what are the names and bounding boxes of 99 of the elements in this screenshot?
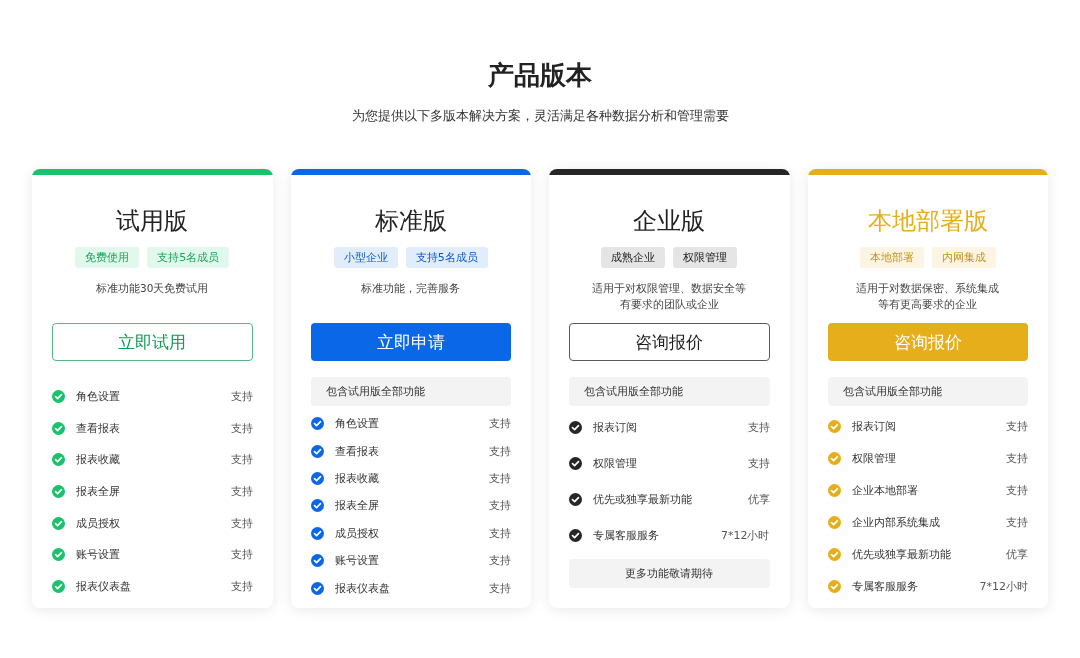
feature-value: 支持 bbox=[489, 553, 511, 569]
feature-value: 7*12小时 bbox=[721, 527, 770, 543]
check-circle-icon bbox=[569, 528, 582, 542]
feature-name: 角色设置 bbox=[334, 416, 379, 432]
feature-value: 支持 bbox=[489, 471, 511, 487]
plan-tag: 权限管理 bbox=[673, 247, 738, 268]
plan-title: 试用版 bbox=[115, 206, 190, 237]
plan-description: 有要求的团队或企业 bbox=[618, 297, 720, 312]
feature-name: 角色设置 bbox=[76, 389, 120, 405]
feature-value: 支持 bbox=[230, 483, 253, 499]
feature-name: 成员授权 bbox=[76, 515, 120, 531]
check-circle-icon bbox=[569, 492, 582, 506]
plan-title: 标准版 bbox=[373, 206, 448, 237]
plan-tag: 小型企业 bbox=[333, 247, 398, 268]
feature-name: 报表全屏 bbox=[334, 498, 379, 514]
feature-name: 报表全屏 bbox=[76, 483, 120, 499]
check-circle-icon bbox=[310, 526, 324, 540]
check-circle-icon bbox=[310, 444, 324, 458]
check-circle-icon bbox=[52, 390, 65, 404]
feature-name: 查看报表 bbox=[334, 443, 379, 459]
feature-name: 账号设置 bbox=[334, 553, 379, 569]
feature-name: 成员授权 bbox=[334, 525, 379, 541]
included-features-note: 包含试用版全部功能 bbox=[310, 377, 511, 406]
check-circle-icon bbox=[827, 547, 841, 561]
feature-name: 优先或独享最新功能 bbox=[593, 491, 692, 507]
plan-description: 等有更高要求的企业 bbox=[877, 297, 979, 312]
check-circle-icon bbox=[310, 472, 324, 486]
check-circle-icon bbox=[569, 421, 582, 435]
check-circle-icon bbox=[310, 499, 324, 513]
plan-button[interactable]: 咨询报价 bbox=[569, 323, 770, 361]
feature-name: 报表收藏 bbox=[76, 452, 120, 468]
feature-value: 支持 bbox=[1006, 514, 1028, 530]
feature-value: 优享 bbox=[1006, 546, 1028, 562]
plan-tag: 内网集成 bbox=[931, 247, 996, 268]
check-circle-icon bbox=[827, 483, 841, 497]
check-circle-icon bbox=[52, 579, 65, 593]
feature-value: 支持 bbox=[230, 578, 253, 594]
feature-value: 支持 bbox=[747, 456, 770, 472]
feature-value: 支持 bbox=[747, 420, 770, 436]
feature-value: 支持 bbox=[489, 580, 511, 596]
feature-value: 支持 bbox=[489, 443, 511, 459]
feature-value: 支持 bbox=[230, 515, 253, 531]
plan-title: 本地部署版 bbox=[866, 206, 989, 237]
feature-name: 企业本地部署 bbox=[851, 482, 918, 498]
feature-value: 优享 bbox=[747, 491, 770, 507]
check-circle-icon bbox=[52, 484, 65, 498]
check-circle-icon bbox=[52, 453, 65, 467]
section-title: 产品版本 bbox=[488, 59, 592, 92]
section-subtitle: 为您提供以下多版本解决方案，灵活满足各种数据分析和管理需要 bbox=[351, 107, 729, 125]
feature-value: 支持 bbox=[230, 420, 253, 436]
feature-name: 报表订阅 bbox=[593, 420, 637, 436]
check-circle-icon bbox=[827, 515, 841, 529]
included-features-note: 包含试用版全部功能 bbox=[569, 377, 770, 406]
feature-value: 支持 bbox=[1006, 450, 1028, 466]
check-circle-icon bbox=[827, 451, 841, 465]
feature-name: 权限管理 bbox=[593, 456, 637, 472]
feature-name: 企业内部系统集成 bbox=[851, 514, 940, 530]
feature-name: 权限管理 bbox=[851, 450, 896, 466]
check-circle-icon bbox=[52, 421, 65, 435]
plan-description: 适用于对数据保密、系统集成 bbox=[855, 281, 1001, 296]
plan-button[interactable]: 立即试用 bbox=[52, 323, 253, 361]
feature-name: 优先或独享最新功能 bbox=[851, 546, 951, 562]
feature-name: 报表订阅 bbox=[851, 418, 896, 434]
plan-tag: 本地部署 bbox=[859, 247, 924, 268]
feature-value: 支持 bbox=[489, 498, 511, 514]
feature-value: 7*12小时 bbox=[979, 578, 1028, 594]
plan-description: 标准功能30天免费试用 bbox=[95, 281, 210, 296]
more-features-note: 更多功能敬请期待 bbox=[569, 559, 770, 588]
check-circle-icon bbox=[827, 579, 841, 593]
check-circle-icon bbox=[310, 581, 324, 595]
plan-description: 标准功能，完善服务 bbox=[360, 281, 462, 296]
plan-title: 企业版 bbox=[632, 206, 707, 237]
check-circle-icon bbox=[52, 548, 65, 562]
plan-tag: 免费使用 bbox=[75, 247, 140, 268]
feature-name: 报表仪表盘 bbox=[76, 578, 131, 594]
feature-value: 支持 bbox=[230, 389, 253, 405]
feature-name: 报表收藏 bbox=[334, 471, 379, 487]
plan-tag: 成熟企业 bbox=[601, 247, 666, 268]
feature-name: 账号设置 bbox=[76, 547, 120, 563]
feature-name: 报表仪表盘 bbox=[334, 580, 390, 596]
plan-description: 适用于对权限管理、数据安全等 bbox=[591, 281, 748, 296]
feature-value: 支持 bbox=[230, 547, 253, 563]
feature-value: 支持 bbox=[489, 525, 511, 541]
feature-value: 支持 bbox=[489, 416, 511, 432]
feature-value: 支持 bbox=[230, 452, 253, 468]
included-features-note: 包含试用版全部功能 bbox=[827, 377, 1028, 406]
check-circle-icon bbox=[52, 516, 65, 530]
feature-name: 专属客服服务 bbox=[851, 578, 918, 594]
check-circle-icon bbox=[310, 554, 324, 568]
plan-tag: 支持5名成员 bbox=[405, 247, 488, 268]
check-circle-icon bbox=[827, 419, 841, 433]
feature-value: 支持 bbox=[1006, 418, 1028, 434]
feature-value: 支持 bbox=[1006, 482, 1028, 498]
feature-name: 查看报表 bbox=[76, 420, 120, 436]
plan-button[interactable]: 立即申请 bbox=[310, 323, 511, 361]
plan-tag: 支持5名成员 bbox=[147, 247, 230, 268]
check-circle-icon bbox=[310, 417, 324, 431]
feature-name: 专属客服服务 bbox=[593, 527, 659, 543]
check-circle-icon bbox=[569, 457, 582, 471]
